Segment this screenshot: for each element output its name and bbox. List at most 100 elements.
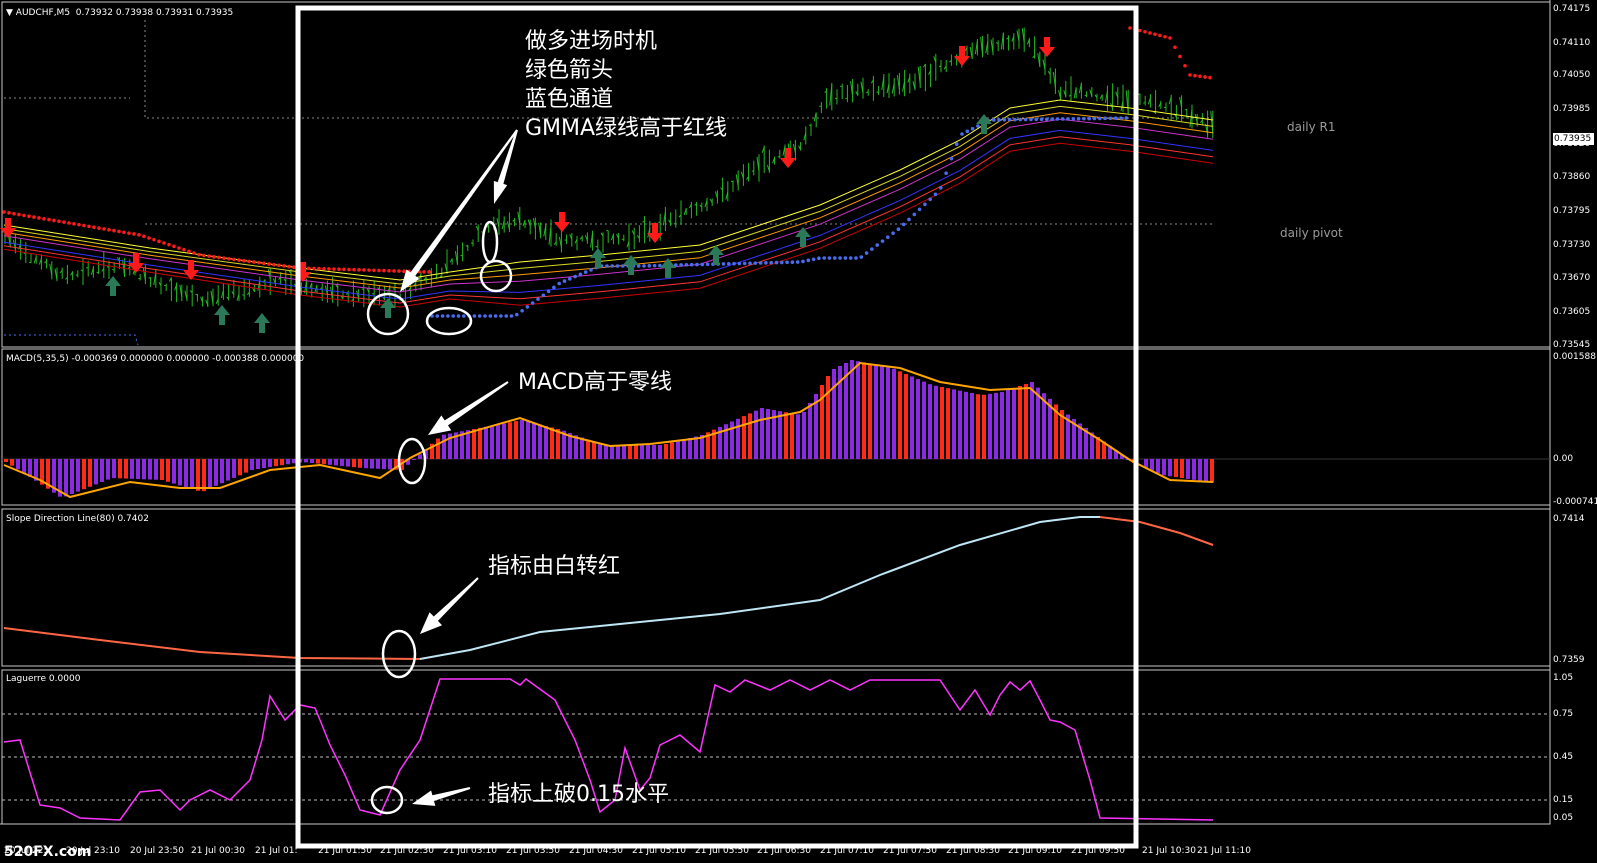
blue-channel-dot xyxy=(854,256,858,260)
red-dot xyxy=(187,249,191,254)
red-dot xyxy=(277,263,281,268)
red-dot xyxy=(372,268,376,273)
blue-channel-dot xyxy=(907,217,911,222)
blue-channel-dot xyxy=(435,314,440,318)
blue-channel-dot xyxy=(583,270,588,274)
blue-channel-dot xyxy=(917,207,922,212)
macd-bar xyxy=(796,414,800,459)
macd-bar xyxy=(1036,387,1040,459)
red-dot xyxy=(1153,32,1157,37)
macd-bar xyxy=(1024,384,1028,459)
macd-bar xyxy=(358,459,362,468)
blue-channel-dot xyxy=(546,289,551,294)
arrow-up-icon xyxy=(105,276,121,296)
red-dot xyxy=(82,223,86,228)
candle-tick xyxy=(148,277,151,279)
macd-bar xyxy=(1210,459,1214,483)
red-dot xyxy=(1138,28,1142,33)
blue-channel-dot xyxy=(562,279,567,283)
macd-bar xyxy=(1156,459,1160,474)
daily-r1-line xyxy=(144,20,1213,119)
blue-channel-dot xyxy=(727,261,731,266)
laguerre-y-label: 0.15 xyxy=(1553,795,1574,805)
red-dot xyxy=(362,268,366,272)
macd-bar xyxy=(694,436,698,459)
red-dot xyxy=(222,256,226,260)
macd-bar xyxy=(496,424,500,459)
chart-canvas[interactable] xyxy=(0,0,1597,863)
macd-y-label: 0.00 xyxy=(1553,454,1574,464)
red-dot xyxy=(422,270,426,274)
blue-channel-dot xyxy=(689,262,694,267)
macd-bar xyxy=(1012,388,1016,459)
red-dot xyxy=(352,267,356,272)
blue-channel-dot xyxy=(928,197,932,202)
blue-channel-dot xyxy=(525,305,530,309)
blue-channel-dot xyxy=(721,262,726,266)
red-dot xyxy=(1198,74,1202,79)
macd-bar xyxy=(484,426,488,459)
laguerre-y-label: 0.45 xyxy=(1553,752,1574,762)
slope-header: Slope Direction Line(80) 0.7402 xyxy=(6,514,149,524)
red-dot xyxy=(227,256,231,261)
red-dot xyxy=(132,232,136,236)
red-dot xyxy=(47,217,51,222)
macd-bar xyxy=(352,459,356,468)
macd-bar xyxy=(250,459,254,470)
blue-channel-dot xyxy=(684,263,689,267)
macd-bar xyxy=(1168,459,1172,477)
macd-bar xyxy=(664,444,668,459)
red-dot xyxy=(262,261,266,266)
macd-bar xyxy=(334,459,338,466)
blue-channel-dot xyxy=(1018,117,1023,122)
macd-bar xyxy=(592,442,596,459)
blue-channel-dot xyxy=(843,256,848,260)
macd-bar xyxy=(4,459,8,462)
blue-channel-dot xyxy=(1039,117,1044,122)
dropdown-triangle-icon[interactable]: ▼ xyxy=(6,8,13,18)
red-dot xyxy=(12,211,16,216)
macd-bar xyxy=(658,445,662,459)
red-dot xyxy=(1143,29,1147,34)
blue-channel-dot xyxy=(785,260,789,265)
dotted-level xyxy=(4,334,139,346)
macd-bar xyxy=(898,371,902,459)
macd-bar xyxy=(160,459,164,480)
macd-bar xyxy=(754,410,758,459)
red-dot xyxy=(402,269,406,274)
laguerre-pane xyxy=(2,678,1550,821)
blue-channel-dot xyxy=(870,247,874,251)
time-label: 21 Jul 11:10 xyxy=(1197,846,1251,856)
red-dot xyxy=(1128,26,1132,30)
blue-channel-dot xyxy=(1092,116,1097,121)
red-dot xyxy=(1173,45,1177,50)
macd-bar xyxy=(670,442,674,459)
macd-bar xyxy=(1006,390,1010,459)
macd-bar xyxy=(202,459,206,492)
red-dot xyxy=(22,213,26,218)
macd-bar xyxy=(238,459,242,476)
blue-channel-dot xyxy=(811,257,816,262)
red-dot xyxy=(1183,63,1187,68)
candle-tick xyxy=(242,294,245,296)
blue-channel-dot xyxy=(520,308,524,313)
macd-bar xyxy=(268,459,272,468)
blue-channel-dot xyxy=(795,260,800,264)
red-dot xyxy=(332,267,336,271)
gmma-line xyxy=(3,142,1214,308)
quote-values: 0.73932 0.73938 0.73931 0.73935 xyxy=(75,8,234,18)
blue-channel-dot xyxy=(679,263,683,267)
macd-bar xyxy=(376,459,380,469)
red-dot xyxy=(1188,73,1192,77)
red-dot xyxy=(387,268,391,273)
macd-bar xyxy=(364,459,368,469)
macd-bar xyxy=(784,412,788,459)
macd-bar xyxy=(412,459,416,460)
slope-line-red xyxy=(1099,516,1214,546)
blue-channel-dot xyxy=(923,202,927,207)
macd-bar xyxy=(100,459,104,482)
blue-channel-dot xyxy=(769,260,773,265)
blue-channel-dot xyxy=(742,261,747,266)
macd-bar xyxy=(1180,459,1184,479)
blue-channel-dot xyxy=(774,260,779,265)
